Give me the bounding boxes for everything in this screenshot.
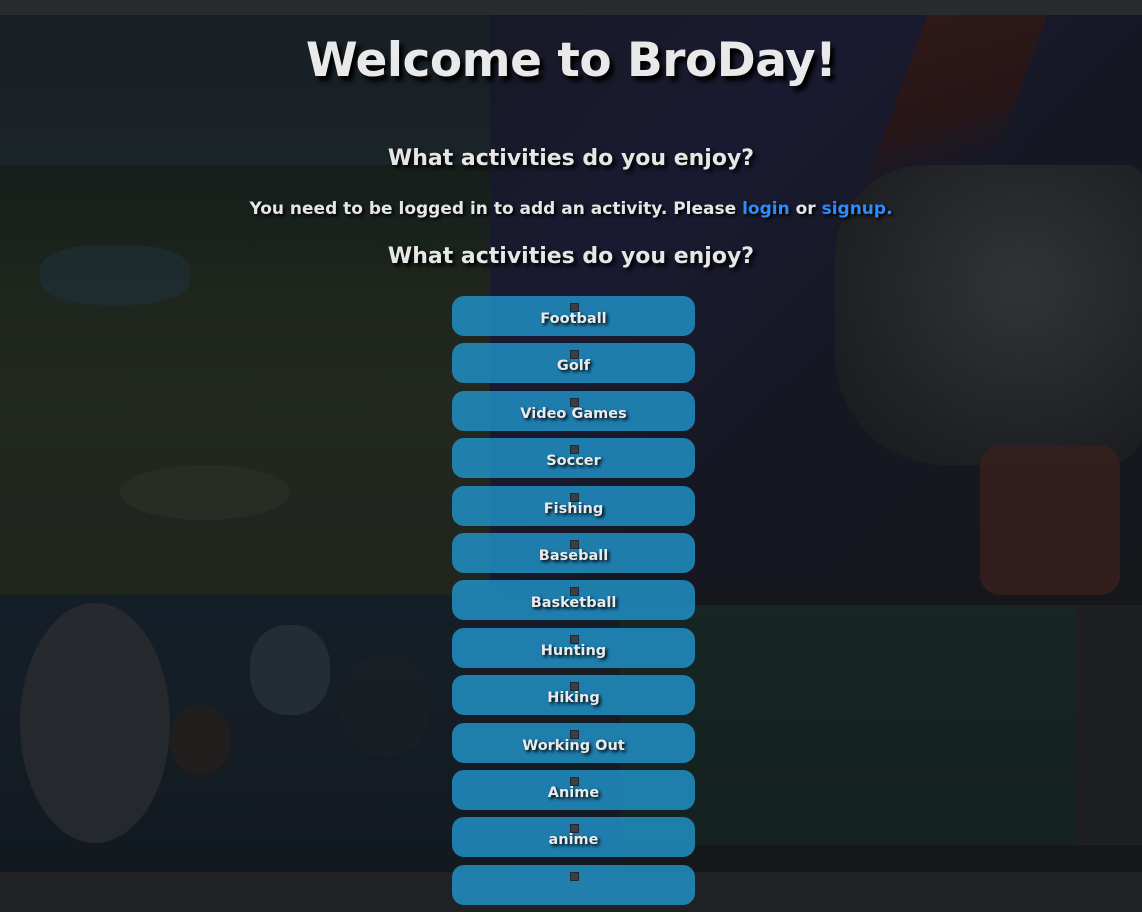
activity-item-anime-lowercase[interactable]: anime [452, 817, 695, 858]
activity-item-working-out[interactable]: Working Out [452, 722, 695, 763]
login-message-or: or [789, 199, 822, 219]
activity-item-basketball[interactable]: Basketball [452, 580, 695, 621]
activity-item-fishing[interactable]: Fishing [452, 485, 695, 526]
activities-list-heading: What activities do you enjoy? [387, 244, 755, 269]
activity-item-baseball[interactable]: Baseball [452, 532, 695, 573]
activity-item-golf[interactable]: Golf [452, 343, 695, 384]
login-message: You need to be logged in to add an activ… [0, 199, 1142, 219]
login-link[interactable]: login [742, 199, 790, 219]
activities-heading: What activities do you enjoy? [387, 146, 755, 171]
activity-item-partial[interactable] [452, 864, 695, 905]
page-title: Welcome to BroDay! [305, 33, 837, 88]
activity-checkbox[interactable] [570, 871, 579, 881]
signup-link[interactable]: signup. [822, 199, 893, 219]
activity-label: Anime [547, 784, 600, 801]
activity-label: Soccer [546, 453, 601, 470]
activity-list: Football Golf Video Games Soccer Fishing… [452, 296, 695, 912]
activity-label: Fishing [543, 500, 604, 517]
activity-label: Hunting [540, 642, 607, 659]
activity-label: Basketball [530, 595, 617, 612]
activity-label: Baseball [538, 547, 609, 564]
activity-item-soccer[interactable]: Soccer [452, 438, 695, 479]
activity-label: Hiking [547, 690, 600, 707]
activity-label: Video Games [520, 405, 627, 422]
activity-label: anime [548, 832, 599, 849]
login-message-prefix: You need to be logged in to add an activ… [249, 199, 743, 219]
activity-item-anime[interactable]: Anime [452, 769, 695, 810]
activity-label: Football [540, 311, 607, 327]
activity-item-hunting[interactable]: Hunting [452, 627, 695, 668]
activity-label: Working Out [522, 737, 625, 754]
top-bar [0, 0, 1142, 15]
activity-item-video-games[interactable]: Video Games [452, 390, 695, 431]
activity-item-football[interactable]: Football [452, 296, 695, 336]
activity-item-hiking[interactable]: Hiking [452, 675, 695, 716]
activity-label: Golf [556, 358, 591, 375]
